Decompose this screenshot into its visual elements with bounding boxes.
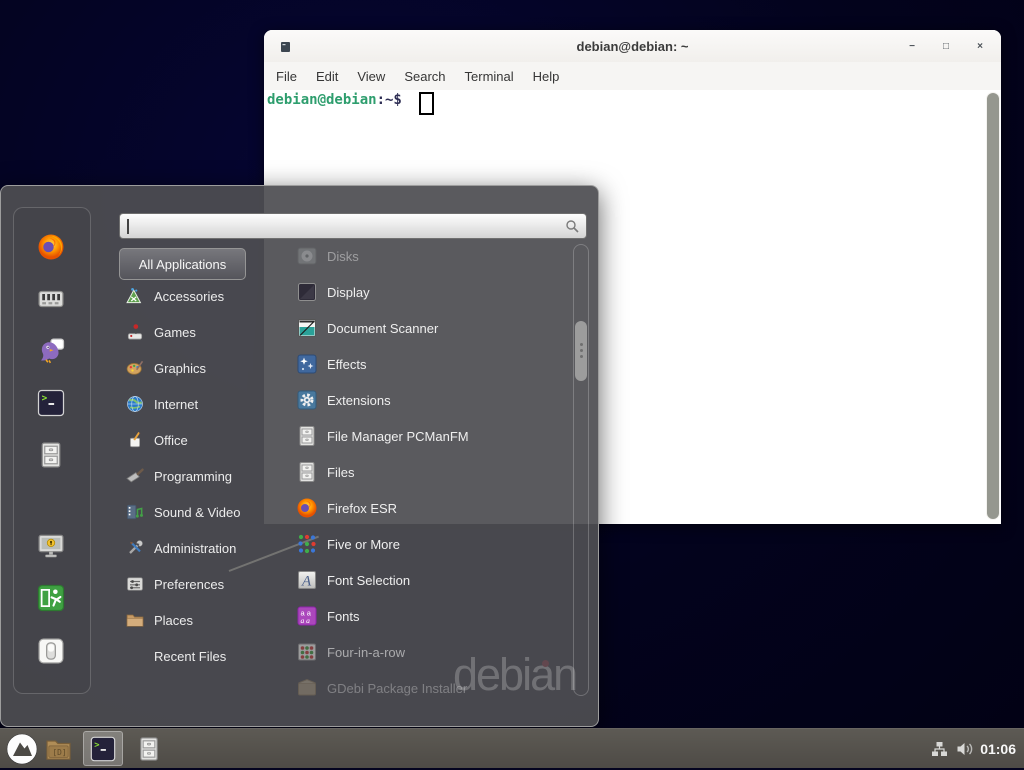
preferences-icon: [125, 574, 145, 594]
fonts-icon: a aa a: [295, 604, 319, 628]
terminal-prompt: debian@debian:~$: [267, 92, 402, 140]
shutdown-icon[interactable]: [36, 636, 66, 666]
app-font-selection[interactable]: A Font Selection: [279, 562, 571, 598]
menu-file[interactable]: File: [268, 66, 305, 87]
lock-screen-icon[interactable]: [36, 531, 66, 561]
category-graphics[interactable]: Graphics: [119, 350, 271, 386]
volume-icon[interactable]: [956, 741, 974, 762]
sound-video-icon: [125, 502, 145, 522]
menu-button[interactable]: [6, 733, 38, 770]
file-cabinet-icon[interactable]: [36, 440, 66, 470]
places-icon: [125, 610, 145, 630]
all-applications-label: All Applications: [139, 257, 226, 272]
category-list: Accessories Games Graphics Internet Offi…: [119, 278, 271, 674]
four-in-a-row-icon: [295, 640, 319, 664]
app-firefox-esr[interactable]: Firefox ESR: [279, 490, 571, 526]
terminal-scrollbar-thumb[interactable]: [987, 93, 999, 519]
games-icon: [125, 322, 145, 342]
terminal-scrollbar[interactable]: [986, 92, 1000, 520]
app-list-scrollbar-thumb[interactable]: [575, 321, 587, 381]
category-accessories[interactable]: Accessories: [119, 278, 271, 314]
all-applications-button[interactable]: All Applications: [119, 248, 246, 280]
pidgin-icon[interactable]: [36, 336, 66, 366]
network-icon[interactable]: [931, 741, 948, 762]
accessories-icon: [125, 286, 145, 306]
app-files[interactable]: Files: [279, 454, 571, 490]
app-five-or-more[interactable]: Five or More: [279, 526, 571, 562]
logout-icon[interactable]: [36, 583, 66, 613]
app-fonts[interactable]: a aa a Fonts: [279, 598, 571, 634]
file-cabinet-icon: [295, 424, 319, 448]
terminal-icon[interactable]: >: [36, 388, 66, 418]
category-programming[interactable]: Programming: [119, 458, 271, 494]
menu-search-box: [119, 213, 587, 239]
font-selection-icon: A: [295, 568, 319, 592]
terminal-task-button[interactable]: >: [83, 731, 123, 766]
internet-icon: [125, 394, 145, 414]
five-or-more-icon: [295, 532, 319, 556]
terminal-cursor: [419, 92, 434, 115]
category-administration[interactable]: Administration: [119, 530, 271, 566]
search-input[interactable]: [126, 217, 556, 235]
taskbar-clock[interactable]: 01:06: [980, 729, 1016, 769]
category-office[interactable]: Office: [119, 422, 271, 458]
text-cursor: [127, 219, 129, 234]
taskbar: [D] > 01:06: [0, 728, 1024, 768]
category-preferences[interactable]: Preferences: [119, 566, 271, 602]
office-icon: [125, 430, 145, 450]
file-manager-taskbar-icon[interactable]: [D]: [44, 735, 73, 769]
close-button[interactable]: ×: [969, 30, 991, 62]
minimize-button[interactable]: −: [901, 30, 923, 62]
application-list: Disks Display Document Scanner Effects E…: [279, 238, 571, 706]
effects-icon: [295, 352, 319, 376]
keyboard-settings-icon[interactable]: [36, 284, 66, 314]
terminal-titlebar[interactable]: debian@debian: ~ − □ ×: [264, 30, 1001, 63]
firefox-icon: [295, 496, 319, 520]
category-sound-video[interactable]: Sound & Video: [119, 494, 271, 530]
app-document-scanner[interactable]: Document Scanner: [279, 310, 571, 346]
svg-text:>: >: [42, 393, 48, 404]
extensions-icon: [295, 388, 319, 412]
firefox-icon[interactable]: [36, 232, 66, 262]
svg-text:>: >: [94, 740, 99, 750]
application-menu: debian >: [0, 185, 599, 727]
graphics-icon: [125, 358, 145, 378]
prompt-path: :~$: [377, 92, 402, 108]
files-taskbar-icon[interactable]: [135, 735, 163, 768]
menu-terminal[interactable]: Terminal: [457, 66, 522, 87]
category-recent-files[interactable]: Recent Files: [119, 638, 271, 674]
search-icon: [565, 219, 580, 239]
svg-text:a a: a a: [301, 616, 311, 625]
app-file-manager-pcmanfm[interactable]: File Manager PCManFM: [279, 418, 571, 454]
menu-help[interactable]: Help: [525, 66, 568, 87]
category-places[interactable]: Places: [119, 602, 271, 638]
menu-view[interactable]: View: [349, 66, 393, 87]
menu-edit[interactable]: Edit: [308, 66, 346, 87]
prompt-user-host: debian@debian: [267, 92, 377, 108]
favorites-column: >: [13, 207, 91, 694]
terminal-menubar: File Edit View Search Terminal Help: [264, 62, 1001, 90]
menu-search[interactable]: Search: [396, 66, 453, 87]
display-icon: [295, 280, 319, 304]
disks-icon: [295, 244, 319, 268]
app-gdebi-package-installer[interactable]: GDebi Package Installer: [279, 670, 571, 706]
window-title: debian@debian: ~: [264, 39, 1001, 54]
app-list-scrollbar-track[interactable]: [573, 244, 589, 696]
gdebi-icon: [295, 676, 319, 700]
app-four-in-a-row[interactable]: Four-in-a-row: [279, 634, 571, 670]
svg-text:[D]: [D]: [52, 748, 66, 757]
svg-text:A: A: [301, 574, 312, 590]
file-cabinet-icon: [295, 460, 319, 484]
document-scanner-icon: [295, 316, 319, 340]
app-extensions[interactable]: Extensions: [279, 382, 571, 418]
maximize-button[interactable]: □: [935, 30, 957, 62]
programming-icon: [125, 466, 145, 486]
app-effects[interactable]: Effects: [279, 346, 571, 382]
app-disks[interactable]: Disks: [279, 238, 571, 274]
app-display[interactable]: Display: [279, 274, 571, 310]
administration-icon: [125, 538, 145, 558]
category-games[interactable]: Games: [119, 314, 271, 350]
category-internet[interactable]: Internet: [119, 386, 271, 422]
